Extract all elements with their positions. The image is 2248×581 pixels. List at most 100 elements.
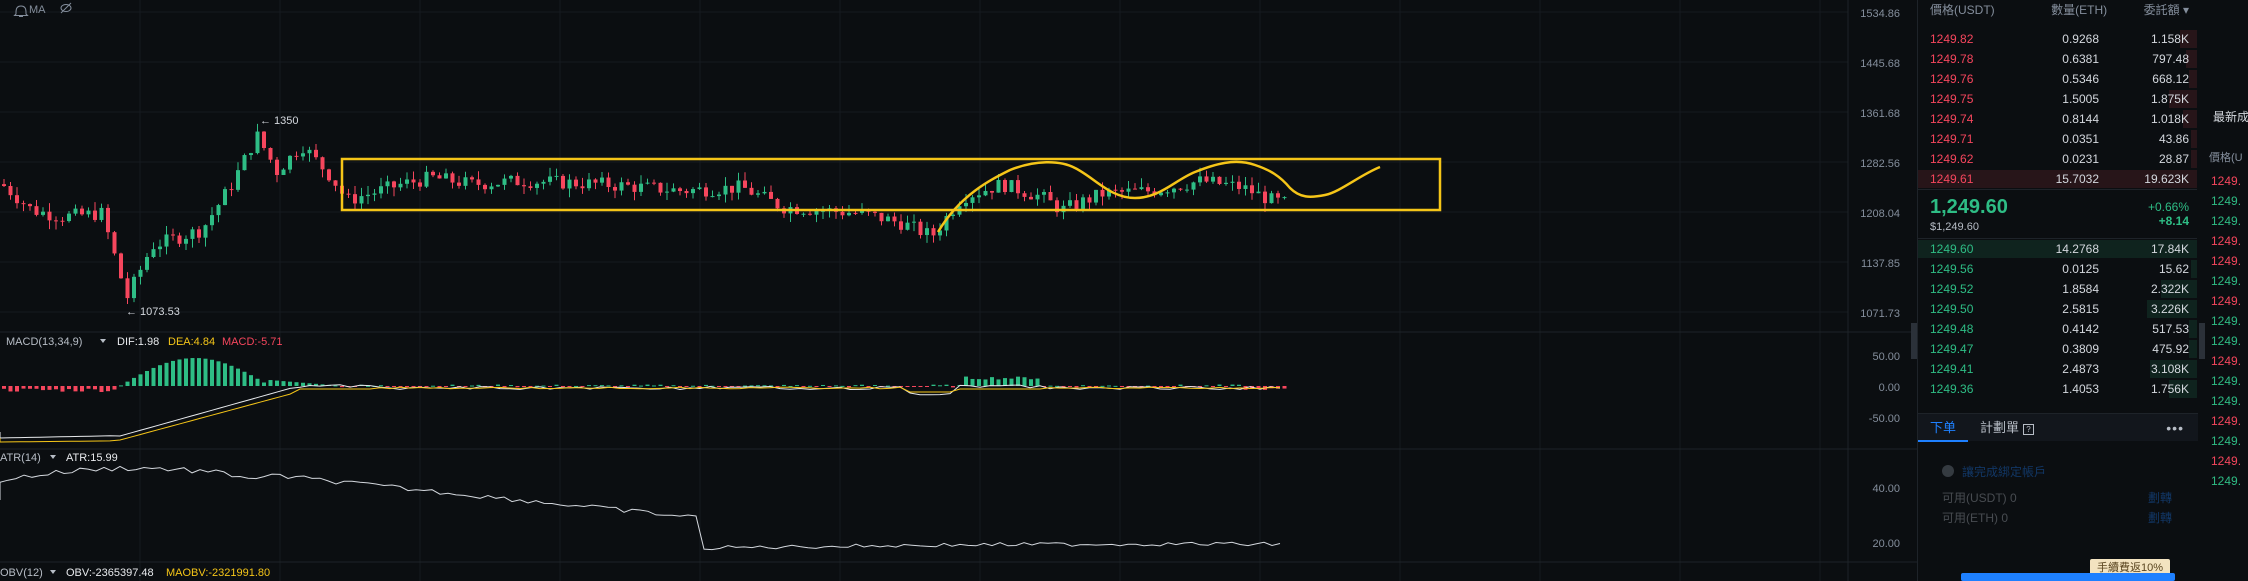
ask-row[interactable]: 1249.75 1.5005 1.875K [1918,89,2197,109]
row-price: 1249.56 [1930,262,1974,276]
ask-row[interactable]: 1249.71 0.0351 43.86 [1918,129,2197,149]
info-icon[interactable]: ? [2023,423,2035,435]
ask-row[interactable]: 1249.62 0.0231 28.87 [1918,149,2197,169]
candle-body [1250,185,1254,194]
candle-body [223,189,227,206]
bind-account-hint[interactable]: 讓完成綁定帳戶 [1962,463,2046,480]
candle-body [288,155,292,170]
macd-bar [990,377,994,386]
ask-row[interactable]: 1249.61 15.7032 19.623K [1918,169,2197,189]
last-price-block[interactable]: 1,249.60 $1,249.60 +0.66% +8.14 [1918,189,2197,239]
candle-body [1211,176,1215,182]
orderbook-panel: 價格(USDT) 數量(ETH) 委託額 ▾ 1249.82 0.9268 1.15… [1917,0,2198,581]
row-qty: 2.5815 [2062,302,2099,316]
candle-body [80,208,84,215]
bid-row[interactable]: 1249.56 0.0125 15.62 [1918,259,2197,279]
recent-trades-title[interactable]: 最新成 [2205,0,2248,125]
obv-ma-value: MAOBV:-2321991.80 [166,567,270,579]
macd-bar [301,382,305,386]
macd-bar [931,384,936,386]
recent-trade-price: 1249. [2211,274,2242,288]
depth-bar [2191,260,2197,278]
macd-bar [665,386,669,387]
bell-icon[interactable] [13,5,29,17]
bid-row[interactable]: 1249.48 0.4142 517.53 [1918,319,2197,339]
macd-bar [509,385,513,387]
candle-body [106,207,110,233]
candle-body [496,184,500,187]
candle-body [561,175,565,189]
candle-body [678,188,682,192]
bid-row[interactable]: 1249.50 2.5815 3.226K [1918,299,2197,319]
annotation-rectangle[interactable] [340,157,1442,212]
candle-body [21,203,26,205]
row-qty: 0.4142 [2062,322,2099,336]
tab-plan[interactable]: 計劃單? [1968,414,2046,442]
last-price: 1,249.60 [1930,195,2008,218]
candle-body [554,175,559,177]
transfer-link[interactable]: 劃轉 [2148,489,2172,506]
row-qty: 1.4053 [2062,382,2099,396]
macd-bar [294,382,299,386]
bid-row[interactable]: 1249.60 14.2768 17.84K [1918,239,2197,259]
macd-bar [242,371,247,386]
annotation-curve[interactable] [936,160,1381,233]
macd-legend[interactable]: MACD(13,34,9) DIF:1.98 DEA:4.84 MACD:-5.… [6,336,283,348]
bid-row[interactable]: 1249.41 2.4873 3.108K [1918,359,2197,379]
macd-bar [1224,386,1228,387]
radio-icon[interactable] [1942,465,1954,477]
ask-row[interactable]: 1249.78 0.6381 797.48 [1918,49,2197,69]
candle-body [1276,193,1280,198]
macd-bar [606,385,611,387]
candle-body [730,185,734,193]
chart-toolbar[interactable]: MA [13,2,72,17]
macd-bar [834,385,838,387]
candle-body [60,220,65,222]
candle-body [684,191,689,194]
macd-bar [515,386,520,388]
candle-body [931,228,936,236]
bid-row[interactable]: 1249.36 1.4053 1.756K [1918,379,2197,399]
macd-bar [593,385,598,387]
candle-body [502,178,507,185]
macd-bar [1048,385,1053,387]
atr-legend[interactable]: ATR(14) ATR:15.99 [0,452,118,464]
macd-bar [717,386,721,387]
candle-body [1172,188,1176,193]
macd-bar [496,384,500,386]
macd-bar [1068,386,1072,387]
macd-bar [1282,386,1287,389]
candle-body [28,204,32,207]
macd-bar [379,385,383,387]
tab-order[interactable]: 下单 [1918,414,1969,442]
chart-area[interactable]: MA 1534.86 1445.68 1361.68 1282.56 1208.… [0,0,1917,581]
macd-bar [268,380,273,386]
candle-body [197,229,201,238]
indicator-label[interactable]: MA [29,4,46,16]
obv-legend[interactable]: OBV(12) OBV:-2365397.48 MAOBV:-2321991.8… [0,567,270,579]
panel-divider-handle[interactable] [2199,323,2205,359]
orderbook-header: 價格(USDT) 數量(ETH) 委託額 ▾ [1918,0,2197,18]
candle-body [697,187,702,190]
header-total[interactable]: 委託額 ▾ [2144,1,2189,18]
header-price: 價格(USDT) [1930,2,1995,17]
ask-row[interactable]: 1249.74 0.8144 1.018K [1918,109,2197,129]
macd-bar [431,385,435,387]
macd-bar [1217,384,1222,386]
candle-body [151,249,156,257]
macd-value: MACD:-5.71 [222,336,283,348]
macd-bar [970,378,975,386]
ask-row[interactable]: 1249.82 0.9268 1.158K [1918,29,2197,49]
depth-bar [2191,150,2197,168]
macd-bar [600,385,604,387]
submit-button[interactable] [1961,573,2175,581]
bid-row[interactable]: 1249.47 0.3809 475.92 [1918,339,2197,359]
bid-row[interactable]: 1249.52 1.8584 2.322K [1918,279,2197,299]
macd-bar [60,386,65,392]
recent-trade-price: 1249. [2211,434,2242,448]
macd-bar [275,380,279,386]
chart-canvas[interactable]: MA 1534.86 1445.68 1361.68 1282.56 1208.… [0,0,1917,581]
more-icon[interactable]: ••• [2166,420,2198,436]
transfer-link[interactable]: 劃轉 [2148,509,2172,526]
ask-row[interactable]: 1249.76 0.5346 668.12 [1918,69,2197,89]
